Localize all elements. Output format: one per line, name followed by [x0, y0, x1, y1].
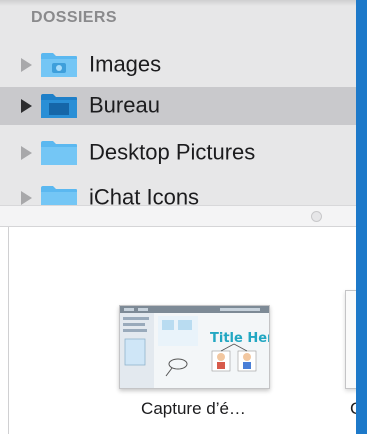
- sidebar-item-bureau[interactable]: Bureau: [0, 87, 356, 125]
- sidebar-item-desktop-pictures[interactable]: Desktop Pictures: [0, 134, 356, 172]
- sidebar-item-label: Images: [89, 51, 162, 77]
- sidebar-item-label: Bureau: [89, 92, 160, 118]
- sidebar-item-label: Desktop Pictures: [89, 139, 256, 165]
- desktop-folder-icon: [41, 94, 77, 118]
- file-thumbnail[interactable]: Title Here: [119, 305, 270, 389]
- sidebar-item-ichat-icons[interactable]: iChat Icons: [0, 179, 356, 205]
- pane-divider[interactable]: [0, 205, 356, 227]
- disclosure-triangle-icon[interactable]: [21, 146, 32, 160]
- disclosure-triangle-icon[interactable]: [21, 58, 32, 72]
- file-name[interactable]: Capture d’é…: [121, 399, 266, 419]
- file-browser: Title Here Capture d’é… C: [8, 227, 367, 434]
- toolbar-shadow: [0, 0, 356, 6]
- screenshot-preview-image: Title Here: [120, 306, 269, 388]
- disclosure-triangle-icon[interactable]: [21, 99, 32, 113]
- sidebar: DOSSIERS Images Bureau Desktop Pictures: [0, 0, 356, 205]
- resize-handle[interactable]: [311, 211, 322, 222]
- folder-icon: [41, 186, 77, 205]
- window-edge-accent: [356, 0, 367, 434]
- folder-icon: [41, 141, 77, 165]
- section-header-dossiers: DOSSIERS: [31, 9, 117, 26]
- thumbnail-title-text: Title Here: [210, 331, 269, 346]
- sidebar-item-images[interactable]: Images: [0, 46, 356, 84]
- pictures-folder-icon: [41, 53, 77, 77]
- sidebar-item-label: iChat Icons: [89, 184, 200, 205]
- disclosure-triangle-icon[interactable]: [21, 191, 32, 205]
